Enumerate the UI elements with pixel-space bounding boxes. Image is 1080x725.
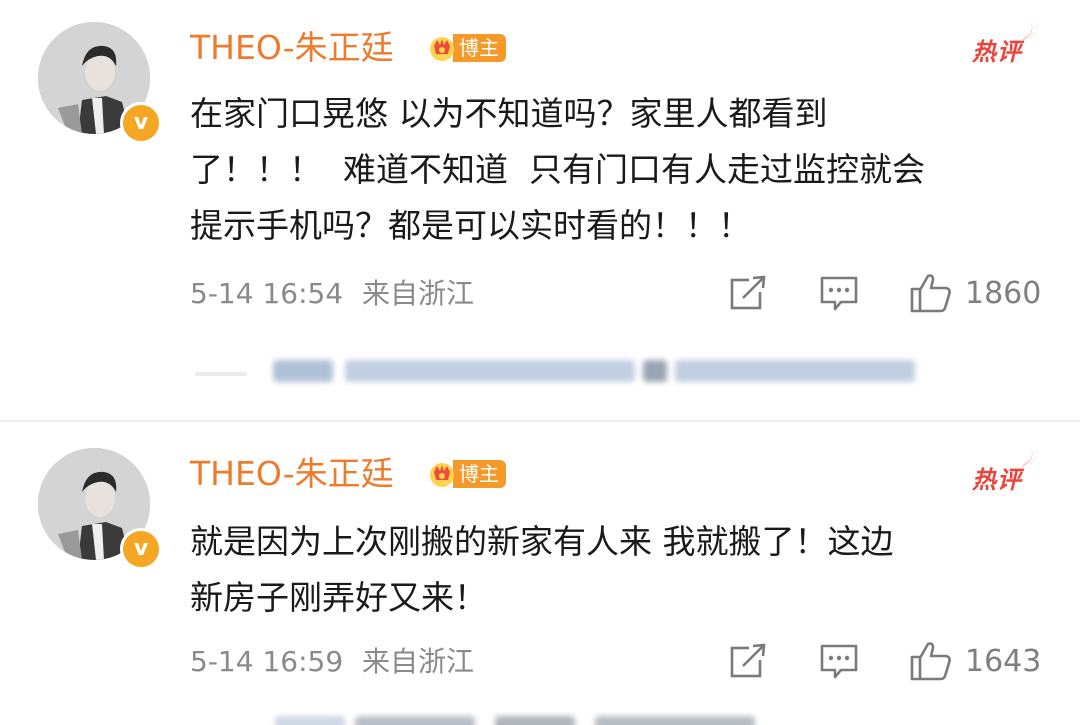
timestamp: 5-14 16:59 — [190, 645, 344, 678]
avatar[interactable]: v — [38, 22, 162, 146]
like-count: 1643 — [965, 644, 1042, 679]
avatar[interactable]: v — [38, 448, 162, 572]
role-badge: 博主 — [428, 33, 506, 63]
location: 来自浙江 — [362, 277, 475, 310]
like-icon[interactable] — [909, 640, 953, 682]
location: 来自浙江 — [362, 645, 475, 678]
crown-icon — [428, 460, 456, 488]
like-icon[interactable] — [909, 272, 953, 314]
blurred-reply-preview — [195, 712, 935, 725]
verified-badge-icon: v — [120, 102, 162, 144]
repost-icon[interactable] — [729, 642, 769, 680]
blurred-reply-preview — [195, 352, 935, 388]
comment-item: v THEO-朱正廷 博主 热评 在家门口晃悠 以为不知道吗？家里人都看到 了！… — [0, 0, 1080, 420]
crown-icon — [428, 34, 456, 62]
verified-badge-icon: v — [120, 528, 162, 570]
hot-flame-icon — [1020, 20, 1038, 42]
username-link[interactable]: THEO-朱正廷 — [190, 28, 394, 68]
comment-icon[interactable] — [819, 642, 859, 680]
comment-actions: 1643 — [725, 640, 1055, 684]
timestamp: 5-14 16:54 — [190, 277, 344, 310]
comment-actions: 1860 — [725, 272, 1055, 316]
comment-item: v THEO-朱正廷 博主 热评 就是因为上次刚搬的新家有人来 我就搬了！这边 … — [0, 422, 1080, 725]
comment-meta: 5-14 16:54 来自浙江 — [190, 276, 474, 312]
username-link[interactable]: THEO-朱正廷 — [190, 454, 394, 494]
role-badge-label: 博主 — [453, 34, 506, 62]
comment-meta: 5-14 16:59 来自浙江 — [190, 644, 474, 680]
comment-text: 在家门口晃悠 以为不知道吗？家里人都看到 了！！！ 难道不知道 只有门口有人走过… — [190, 94, 925, 245]
role-badge-label: 博主 — [453, 460, 506, 488]
like-count: 1860 — [965, 276, 1042, 311]
hot-flame-icon — [1020, 446, 1038, 468]
comment-text: 就是因为上次刚搬的新家有人来 我就搬了！这边 新房子刚弄好又来！ — [190, 522, 894, 617]
role-badge: 博主 — [428, 459, 506, 489]
repost-icon[interactable] — [729, 274, 769, 312]
comment-icon[interactable] — [819, 274, 859, 312]
